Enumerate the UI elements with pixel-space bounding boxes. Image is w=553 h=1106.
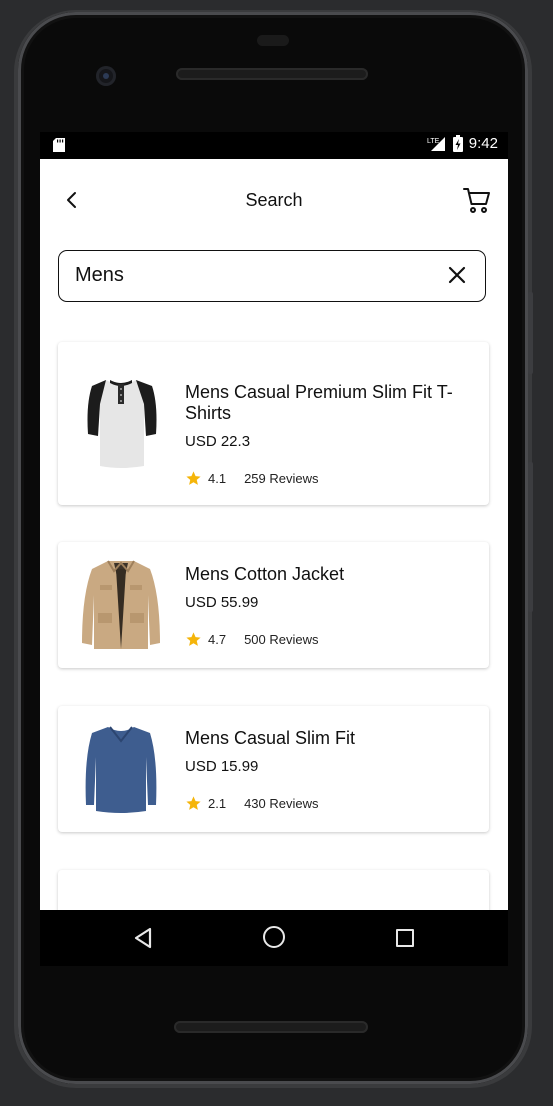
front-camera (96, 66, 116, 86)
rating-value: 2.1 (208, 796, 227, 811)
status-bar: LTE 9:42 (40, 132, 508, 159)
product-card[interactable] (58, 870, 489, 910)
product-card[interactable]: Mens Casual Premium Slim Fit T-Shirts US… (58, 342, 489, 505)
app-bar: Search (40, 159, 508, 243)
product-card[interactable]: Mens Casual Slim Fit USD 15.99 2.1 430 R… (58, 706, 489, 832)
rating-value: 4.1 (208, 471, 227, 486)
earpiece-speaker (176, 68, 368, 80)
clear-search-button[interactable] (447, 265, 467, 285)
product-card[interactable]: Mens Cotton Jacket USD 55.99 4.7 500 Rev… (58, 542, 489, 668)
star-icon (186, 632, 201, 646)
product-rating: 4.1 259 Reviews (185, 470, 319, 487)
triangle-back-icon[interactable] (132, 927, 154, 949)
circle-home-icon[interactable] (263, 926, 285, 948)
cart-icon (463, 188, 490, 213)
bottom-speaker (174, 1021, 368, 1033)
network-label: LTE (427, 138, 440, 145)
app-screen: Search Mens Casual Premium Slim Fit T- (40, 159, 508, 910)
search-input[interactable] (75, 251, 435, 300)
review-count: 500 Reviews (244, 632, 319, 647)
power-button (528, 292, 533, 374)
product-name: Mens Cotton Jacket (185, 564, 345, 584)
lte-signal-icon: LTE (427, 136, 445, 151)
product-image-tshirt (85, 726, 157, 813)
page-title: Search (245, 190, 303, 210)
product-price: USD 22.3 (185, 433, 251, 450)
review-count: 259 Reviews (244, 471, 319, 486)
battery-charging-icon (452, 135, 463, 152)
rating-value: 4.7 (208, 632, 227, 647)
product-price: USD 15.99 (185, 758, 259, 775)
product-image-shirt (87, 380, 157, 468)
search-box (58, 250, 486, 302)
product-price: USD 55.99 (185, 594, 259, 611)
review-count: 430 Reviews (244, 796, 319, 811)
sd-card-icon (53, 138, 65, 152)
close-icon (448, 266, 466, 284)
star-icon (186, 796, 201, 810)
square-recents-icon[interactable] (396, 929, 414, 947)
product-image-jacket (82, 560, 160, 649)
volume-button (528, 462, 533, 612)
product-rating: 2.1 430 Reviews (185, 795, 319, 812)
product-name: Mens Casual Slim Fit (185, 728, 356, 748)
proximity-sensor (257, 35, 289, 46)
product-name: Mens Casual Premium Slim Fit T-Shirts (185, 382, 453, 423)
cart-button[interactable] (462, 185, 492, 215)
system-nav-bar (40, 910, 508, 966)
star-icon (186, 471, 201, 485)
product-rating: 4.7 500 Reviews (185, 631, 319, 648)
clock: 9:42 (468, 135, 498, 152)
